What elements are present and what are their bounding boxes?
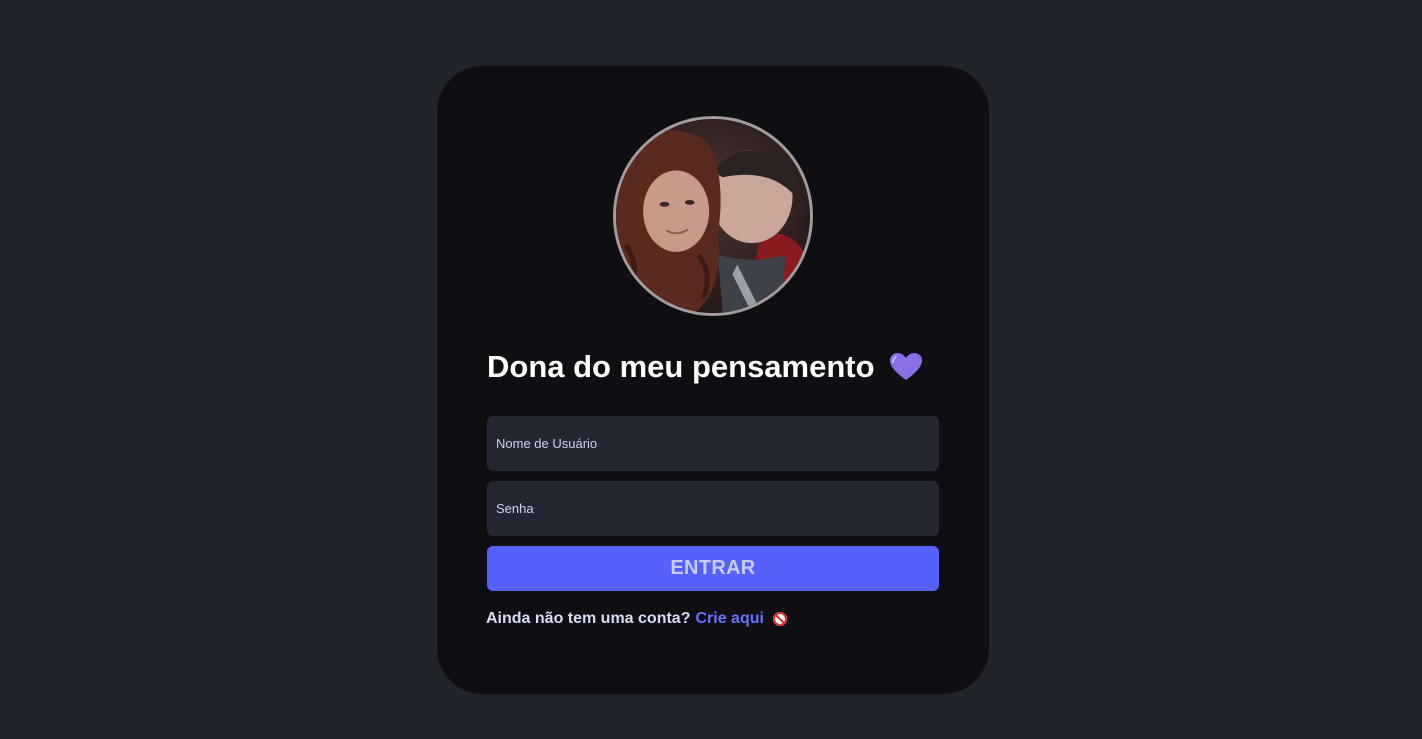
signup-question: Ainda não tem uma conta? [486,610,691,627]
login-card: Dona do meu pensamento Nome de Usuário S… [437,66,989,694]
page-title: Dona do meu pensamento [487,345,957,389]
signup-link[interactable]: Crie aqui [695,610,763,628]
username-placeholder: Nome de Usuário [496,436,598,451]
password-placeholder: Senha [496,501,534,516]
password-input[interactable]: Senha [487,481,939,536]
no-entry-icon [772,611,788,627]
profile-avatar [613,116,813,316]
login-button[interactable]: ENTRAR [487,546,939,591]
signup-prompt: Ainda não tem uma conta? Crie aqui [486,608,788,630]
username-input[interactable]: Nome de Usuário [487,416,939,471]
couple-photo [616,119,810,313]
page-title-text: Dona do meu pensamento [487,349,875,384]
login-button-label: ENTRAR [670,557,756,579]
purple-heart-icon [889,352,923,382]
